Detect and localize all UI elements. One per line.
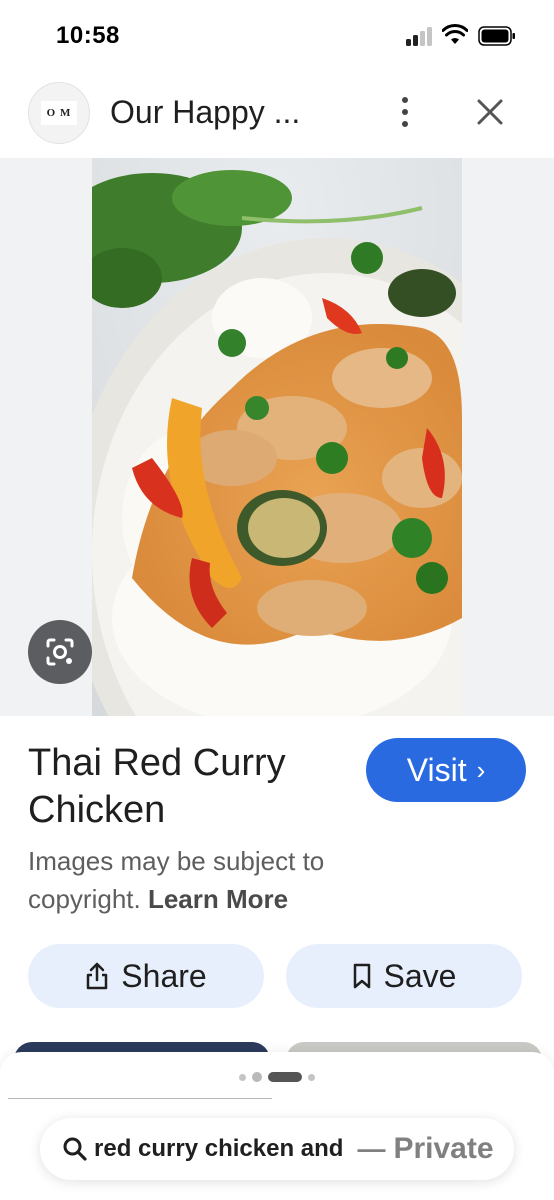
search-icon: [63, 1137, 87, 1161]
save-button[interactable]: Save: [286, 944, 522, 1008]
battery-icon: [478, 26, 515, 46]
close-icon[interactable]: [470, 92, 510, 132]
result-header: O M Our Happy ...: [0, 72, 554, 158]
wifi-icon: [442, 24, 468, 44]
visit-label: Visit: [406, 751, 467, 788]
status-bar: 10:58: [0, 0, 554, 70]
address-bar[interactable]: red curry chicken and — Private: [40, 1118, 514, 1180]
site-logo: O M: [41, 101, 77, 125]
page-dot-active: [268, 1072, 302, 1082]
result-title: Thai Red Curry Chicken: [28, 742, 286, 831]
lens-icon: [46, 638, 74, 666]
page-dot: [252, 1072, 262, 1082]
learn-more-link[interactable]: Learn More: [148, 884, 288, 914]
status-time: 10:58: [56, 22, 120, 49]
bookmark-icon: [353, 963, 370, 989]
site-avatar[interactable]: O M: [28, 82, 90, 144]
share-button[interactable]: Share: [28, 944, 264, 1008]
page-indicator[interactable]: [0, 1070, 554, 1084]
lens-button[interactable]: [28, 620, 92, 684]
copyright-notice: Images may be subject to copyright. Lear…: [28, 842, 428, 918]
food-image[interactable]: [92, 158, 462, 716]
site-title[interactable]: Our Happy ...: [110, 94, 300, 131]
address-separator: —: [357, 1133, 386, 1164]
image-viewer: [0, 158, 554, 716]
private-mode-label: Private: [393, 1132, 494, 1165]
more-icon[interactable]: [388, 90, 422, 134]
chevron-right-icon: ›: [476, 754, 486, 785]
share-label: Share: [121, 957, 207, 994]
page-dot: [239, 1073, 246, 1081]
visit-button[interactable]: Visit ›: [366, 738, 526, 802]
save-label: Save: [383, 957, 457, 994]
divider: [8, 1098, 272, 1099]
signal-icon: [406, 26, 434, 46]
search-query: red curry chicken and: [94, 1135, 344, 1162]
share-icon: [87, 962, 108, 990]
page-dot: [308, 1073, 315, 1081]
